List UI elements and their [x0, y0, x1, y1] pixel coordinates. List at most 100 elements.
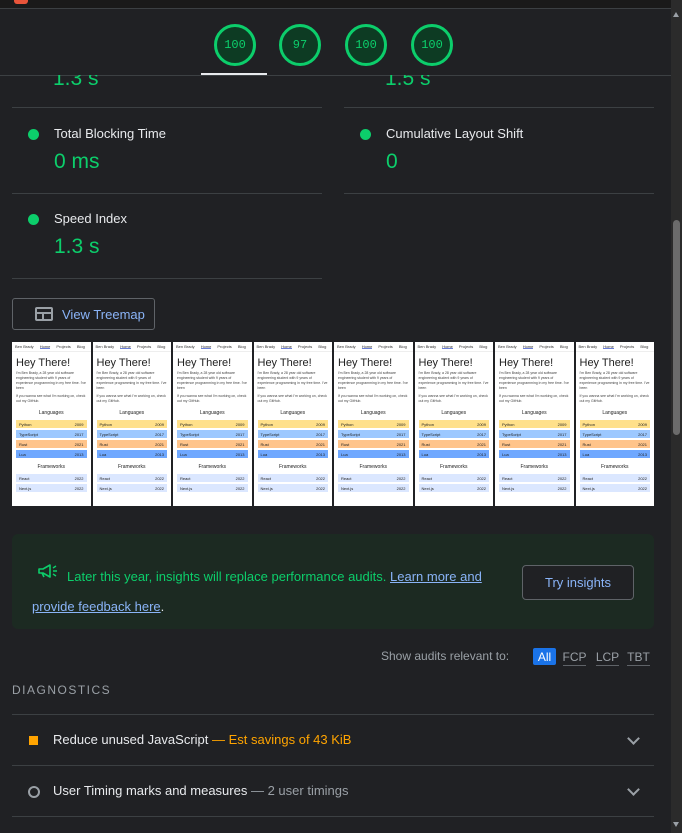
thumb-language-name: Rust [341, 441, 350, 447]
thumb-section-title: Frameworks [439, 464, 468, 470]
thumb-language-name: Rust [421, 441, 430, 447]
thumb-framework-year: 2022 [235, 485, 245, 491]
thumb-nav-item: Ben Brady [337, 344, 356, 349]
thumb-framework-name: Next.js [502, 485, 515, 491]
thumb-framework-row: React 2022 [338, 474, 409, 482]
thumb-framework-year: 2022 [74, 485, 84, 491]
metric-divider [12, 193, 322, 194]
thumb-framework-year: 2022 [316, 485, 325, 491]
thumb-language-row: Python 2009 [96, 420, 167, 428]
metric-value: 0 [386, 150, 398, 173]
thumb-section-title: Frameworks [600, 464, 629, 470]
scrollbar[interactable] [671, 0, 682, 833]
thumb-nav-item: Projects [458, 344, 474, 349]
thumb-blurb: I'm Ben Brady, a 28 year old software en… [579, 371, 650, 390]
thumb-framework-name: React [99, 475, 110, 481]
thumb-language-year: 2013 [557, 451, 567, 457]
thumb-blurb: I'm Ben Brady, a 28 year old software en… [418, 371, 489, 390]
filter-chip-lcp[interactable]: LCP [596, 648, 619, 666]
thumb-language-row: Rust 2021 [579, 440, 650, 448]
thumb-heading: Hey There! [338, 357, 393, 369]
thumb-framework-row: React 2022 [257, 474, 328, 482]
chevron-down-icon[interactable] [627, 732, 640, 745]
thumb-language-row: Rust 2021 [257, 440, 328, 448]
filter-chip-tbt[interactable]: TBT [627, 648, 650, 666]
thumb-language-row: TypeScript 2017 [257, 430, 328, 438]
scroll-down-arrow-icon[interactable] [673, 822, 679, 827]
scrollbar-thumb[interactable] [673, 220, 680, 435]
thumb-language-row: TypeScript 2017 [16, 430, 87, 438]
thumb-nav-item: Ben Brady [498, 344, 517, 349]
audit-item-unused-javascript[interactable]: Reduce unused JavaScript — Est savings o… [12, 714, 654, 765]
thumb-heading: Hey There! [96, 357, 151, 369]
thumb-framework-name: Next.js [180, 485, 193, 491]
thumb-nav: Ben Brady Home Projects Blog [414, 342, 493, 352]
thumb-language-row: Lua 2013 [257, 450, 328, 458]
performance-gauge[interactable]: 100 [214, 24, 256, 66]
best-practices-gauge[interactable]: 100 [345, 24, 387, 66]
insights-banner: Later this year, insights will replace p… [12, 534, 654, 629]
thumb-nav: Ben Brady Home Projects Blog [495, 342, 574, 352]
thumb-blurb: I'm Ben Brady, a 28 year old software en… [177, 371, 247, 390]
thumb-language-name: Lua [260, 451, 268, 457]
thumb-language-row: Python 2009 [579, 420, 650, 428]
thumb-language-year: 2017 [316, 431, 325, 437]
thumb-framework-year: 2022 [638, 485, 647, 491]
thumb-section-title: Languages [280, 410, 306, 416]
chevron-down-icon[interactable] [627, 783, 640, 796]
insights-text: Later this year, insights will replace p… [67, 569, 387, 584]
thumb-nav: Ben Brady Home Projects Blog [334, 342, 413, 352]
thumb-language-row: Lua 2013 [579, 450, 650, 458]
try-insights-button[interactable]: Try insights [522, 565, 634, 600]
thumb-language-year: 2013 [638, 451, 647, 457]
filmstrip-frame: Ben Brady Home Projects Blog Hey There! I'm B… [253, 342, 332, 506]
thumb-framework-row: Next.js 2022 [257, 484, 328, 492]
favicon-icon [14, 0, 28, 4]
audit-title: User Timing marks and measures — 2 user … [53, 783, 349, 798]
thumb-language-name: TypeScript [19, 431, 38, 437]
thumb-language-row: Lua 2013 [177, 450, 248, 458]
filmstrip-frame: Ben Brady Home Projects Blog Hey There! I'm B… [12, 342, 91, 506]
thumb-language-year: 2021 [316, 441, 325, 447]
metric-divider [12, 107, 322, 108]
thumb-blurb: I'm Ben Brady, a 28 year old software en… [96, 371, 167, 390]
thumb-language-name: Rust [99, 441, 108, 447]
audit-item-user-timing[interactable]: User Timing marks and measures — 2 user … [12, 765, 654, 816]
thumb-language-year: 2009 [638, 421, 647, 427]
thumb-section-title: Frameworks [117, 464, 146, 470]
thumb-framework-row: Next.js 2022 [16, 484, 87, 492]
thumb-framework-name: Next.js [421, 485, 434, 491]
seo-gauge[interactable]: 100 [411, 24, 453, 66]
filmstrip-frame: Ben Brady Home Projects Blog Hey There! I'm B… [334, 342, 413, 506]
thumb-language-row: Rust 2021 [96, 440, 167, 448]
thumb-framework-row: React 2022 [499, 474, 570, 482]
thumb-language-name: Lua [341, 451, 348, 457]
thumb-language-name: Python [99, 421, 112, 427]
thumb-section-title: Languages [119, 410, 145, 416]
thumb-language-name: Python [582, 421, 595, 427]
thumb-language-row: TypeScript 2017 [96, 430, 167, 438]
thumb-framework-name: React [260, 475, 271, 481]
thumb-language-name: Python [19, 421, 32, 427]
thumb-framework-row: React 2022 [579, 474, 650, 482]
metric-divider [344, 107, 654, 108]
scroll-up-arrow-icon[interactable] [673, 12, 679, 17]
accessibility-gauge[interactable]: 97 [279, 24, 321, 66]
thumb-nav-item: Blog [559, 344, 568, 349]
thumb-nav-item: Projects [217, 344, 232, 349]
thumb-language-name: TypeScript [260, 431, 280, 437]
filter-chip-all[interactable]: All [533, 648, 556, 665]
thumb-framework-name: Next.js [260, 485, 273, 491]
view-treemap-button[interactable]: View Treemap [12, 298, 155, 330]
thumb-heading: Hey There! [177, 357, 232, 369]
thumb-language-name: Lua [19, 451, 26, 457]
treemap-icon [35, 307, 53, 321]
thumb-language-row: TypeScript 2017 [579, 430, 650, 438]
thumb-framework-row: Next.js 2022 [499, 484, 570, 492]
pass-icon [360, 129, 371, 140]
thumb-nav-item: Projects [378, 344, 393, 349]
thumb-language-row: TypeScript 2017 [177, 430, 248, 438]
thumb-nav-item: Home [39, 344, 51, 349]
filter-chip-fcp[interactable]: FCP [563, 648, 587, 666]
thumb-language-row: Rust 2021 [418, 440, 489, 448]
